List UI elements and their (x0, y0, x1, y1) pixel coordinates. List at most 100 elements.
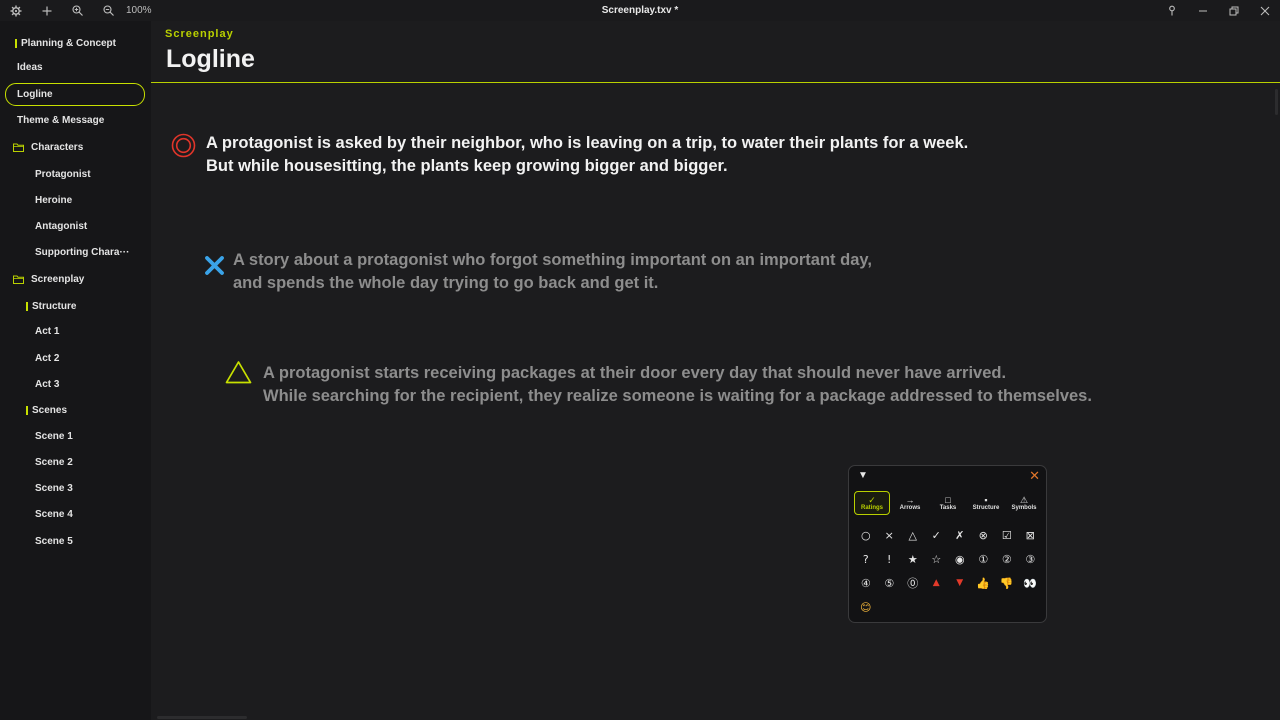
section-marker (26, 405, 28, 415)
tab-arrows[interactable]: → Arrows (892, 491, 928, 515)
logline-2[interactable]: A story about a protagonist who forgot s… (233, 249, 872, 295)
circled-x-symbol[interactable]: ⊗ (972, 523, 996, 547)
sidebar-folder-characters[interactable]: Characters (0, 136, 151, 158)
sidebar-item-label: Theme & Message (17, 114, 105, 126)
sidebar-item-ideas[interactable]: Ideas (0, 56, 151, 78)
sidebar-item-scene-1[interactable]: Scene 1 (0, 425, 151, 447)
bullseye-symbol[interactable]: ◉ (948, 547, 972, 571)
arrow-right-icon: → (905, 495, 915, 505)
circled-2-symbol[interactable]: ② (995, 547, 1019, 571)
cross-icon[interactable] (204, 255, 225, 281)
sidebar-item-act-1[interactable]: Act 1 (0, 320, 151, 342)
sidebar-item-label: Protagonist (35, 168, 91, 180)
close-icon[interactable]: ✕ (1029, 468, 1040, 484)
check-icon: ✓ (868, 495, 876, 505)
sidebar-item-scene-5[interactable]: Scene 5 (0, 530, 151, 552)
collapse-icon[interactable]: ▼ (858, 470, 868, 481)
tab-label: Tasks (939, 505, 957, 511)
question-symbol[interactable]: ? (854, 547, 878, 571)
sidebar-item-label: Scene 2 (35, 456, 73, 468)
title-bar: 100% Screenplay.txv * (0, 0, 1280, 21)
sidebar-folder-screenplay[interactable]: Screenplay (0, 268, 151, 290)
check-symbol[interactable]: ✓ (925, 523, 949, 547)
logline-1[interactable]: A protagonist is asked by their neighbor… (206, 132, 968, 178)
sidebar-item-label: Structure (32, 300, 77, 312)
warning-icon: ⚠ (1019, 495, 1029, 505)
sidebar-item-scene-3[interactable]: Scene 3 (0, 477, 151, 499)
sidebar-item-supporting[interactable]: Supporting Chara··· (0, 241, 151, 263)
sidebar-item-scene-2[interactable]: Scene 2 (0, 451, 151, 473)
sidebar-item-label: Screenplay (31, 273, 85, 285)
cross-symbol[interactable]: × (878, 523, 902, 547)
red-down-triangle-symbol[interactable]: ▼ (948, 571, 972, 595)
sidebar-section-structure[interactable]: Structure (0, 295, 151, 317)
logline-text: A protagonist starts receiving packages … (263, 364, 1007, 382)
minimize-icon[interactable] (1187, 0, 1218, 21)
zoom-in-icon[interactable] (62, 0, 93, 21)
tab-ratings[interactable]: ✓ Ratings (854, 491, 890, 515)
red-up-triangle-symbol[interactable]: ▲ (925, 571, 949, 595)
sidebar-item-label: Scene 1 (35, 430, 73, 442)
pin-icon[interactable] (1156, 0, 1187, 21)
tab-label: Structure (972, 505, 1000, 511)
zoom-out-icon[interactable] (93, 0, 124, 21)
logline-text: While searching for the recipient, they … (263, 387, 1092, 405)
breadcrumb[interactable]: Screenplay (165, 28, 234, 40)
checked-box-symbol[interactable]: ☑ (995, 523, 1019, 547)
double-circle-icon[interactable] (171, 133, 196, 163)
crossed-box-symbol[interactable]: ⊠ (1019, 523, 1043, 547)
exclamation-symbol[interactable]: ! (878, 547, 902, 571)
circled-4-symbol[interactable]: ④ (854, 571, 878, 595)
symbol-grid: ○ × △ ✓ ✗ ⊗ ☑ ⊠ ? ! ★ ☆ ◉ ① ② ③ ④ ⑤ ⓪ ▲ … (854, 523, 1042, 619)
zoom-level: 100% (126, 5, 152, 16)
sidebar-item-label: Scene 4 (35, 508, 73, 520)
logline-3[interactable]: A protagonist starts receiving packages … (263, 362, 1092, 408)
star-filled-symbol[interactable]: ★ (901, 547, 925, 571)
sidebar-item-scene-4[interactable]: Scene 4 (0, 503, 151, 525)
sidebar-item-logline[interactable]: Logline (5, 83, 145, 106)
add-icon[interactable] (31, 0, 62, 21)
sidebar-item-label: Characters (31, 141, 84, 153)
page-title: Logline (166, 45, 255, 73)
vertical-scrollbar[interactable] (1275, 89, 1278, 115)
thumbs-down-symbol[interactable]: 👎 (995, 571, 1019, 595)
sidebar-item-label: Scenes (32, 404, 68, 416)
tab-tasks[interactable]: □ Tasks (930, 491, 966, 515)
triangle-icon[interactable] (225, 360, 252, 389)
horizontal-scrollbar[interactable] (157, 716, 247, 719)
sidebar-item-label: Heroine (35, 194, 73, 206)
circled-3-symbol[interactable]: ③ (1019, 547, 1043, 571)
restore-icon[interactable] (1218, 0, 1249, 21)
square-bullet-icon: ▪ (984, 495, 988, 505)
circled-0-symbol[interactable]: ⓪ (901, 571, 925, 595)
sidebar-item-act-2[interactable]: Act 2 (0, 347, 151, 369)
section-marker (26, 301, 28, 311)
tab-structure[interactable]: ▪ Structure (968, 491, 1004, 515)
sidebar-item-theme[interactable]: Theme & Message (0, 109, 151, 131)
star-outline-symbol[interactable]: ☆ (925, 547, 949, 571)
close-window-icon[interactable] (1249, 0, 1280, 21)
sidebar-item-label: Antagonist (35, 220, 88, 232)
tab-label: Arrows (899, 505, 921, 511)
sidebar-item-label: Scene 5 (35, 535, 73, 547)
eyes-symbol[interactable]: 👀 (1019, 571, 1043, 595)
sidebar-section-planning[interactable]: Planning & Concept (0, 32, 151, 54)
smiley-symbol[interactable]: 😊 (854, 595, 878, 619)
sidebar-item-act-3[interactable]: Act 3 (0, 373, 151, 395)
circle-symbol[interactable]: ○ (854, 523, 878, 547)
sidebar-item-protagonist[interactable]: Protagonist (0, 163, 151, 185)
sidebar-item-heroine[interactable]: Heroine (0, 189, 151, 211)
logline-text: and spends the whole day trying to go ba… (233, 274, 659, 292)
settings-gear-icon[interactable] (0, 0, 31, 21)
triangle-symbol[interactable]: △ (901, 523, 925, 547)
thumbs-up-symbol[interactable]: 👍 (972, 571, 996, 595)
sidebar: Planning & Concept Ideas Logline Theme &… (0, 21, 151, 720)
sidebar-item-label: Supporting Chara··· (35, 246, 130, 258)
logline-text: But while housesitting, the plants keep … (206, 157, 728, 175)
sidebar-item-antagonist[interactable]: Antagonist (0, 215, 151, 237)
circled-5-symbol[interactable]: ⑤ (878, 571, 902, 595)
circled-1-symbol[interactable]: ① (972, 547, 996, 571)
tab-symbols[interactable]: ⚠ Symbols (1006, 491, 1042, 515)
ballot-x-symbol[interactable]: ✗ (948, 523, 972, 547)
sidebar-section-scenes[interactable]: Scenes (0, 399, 151, 421)
